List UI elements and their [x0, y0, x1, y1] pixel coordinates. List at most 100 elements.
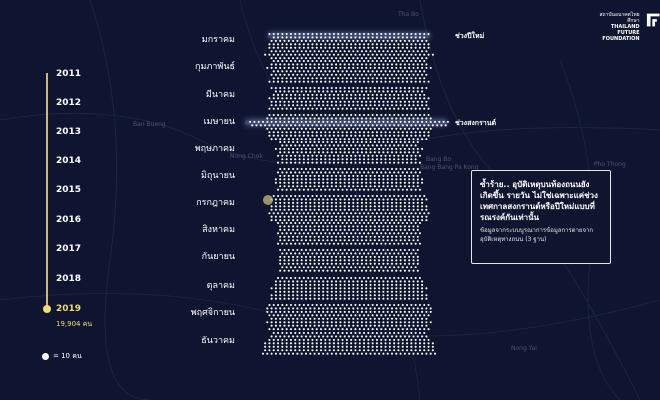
dot-mark: [345, 331, 348, 335]
dot-mark: [324, 70, 327, 73]
dot-mark: [304, 39, 308, 42]
dot-mark: [418, 43, 422, 46]
dot-mark: [326, 225, 329, 228]
hover-marker[interactable]: [263, 195, 273, 205]
dot-mark: [416, 39, 419, 42]
dot-mark: [412, 352, 415, 355]
dot-mark: [270, 117, 273, 120]
dot-mark: [373, 235, 376, 238]
dot-mark: [406, 171, 409, 174]
dot-mark: [341, 77, 344, 80]
dot-mark: [350, 32, 353, 36]
dot-mark: [369, 140, 372, 144]
dot-mark: [352, 100, 355, 103]
dot-mark: [386, 259, 389, 262]
dot-mark: [313, 287, 316, 290]
dot-mark: [332, 252, 336, 255]
dot-mark: [369, 324, 372, 327]
dot-mark: [311, 328, 314, 331]
dot-mark: [375, 36, 379, 39]
dot-mark: [307, 221, 310, 225]
dot-mark: [320, 77, 323, 80]
dot-mark: [347, 117, 351, 120]
dot-mark: [345, 70, 348, 73]
dot-mark: [266, 127, 269, 130]
dot-mark: [401, 93, 404, 96]
dot-mark: [418, 77, 422, 80]
dot-mark: [380, 188, 383, 191]
dot-mark: [296, 248, 299, 252]
dot-mark: [386, 255, 389, 258]
dot-mark: [270, 324, 273, 327]
dot-mark: [347, 178, 351, 181]
dot-mark: [322, 127, 325, 130]
dot-mark: [369, 73, 372, 76]
dot-mark: [320, 328, 323, 331]
dot-mark: [283, 138, 286, 141]
dot-mark: [287, 104, 290, 107]
dot-mark: [416, 228, 419, 231]
dot-mark: [373, 225, 376, 228]
dot-mark: [304, 235, 308, 238]
dot-mark: [412, 307, 415, 310]
dot-mark: [317, 185, 320, 188]
dot-mark: [412, 201, 415, 204]
dot-mark: [322, 335, 325, 338]
dot-mark: [350, 80, 353, 83]
dot-mark: [399, 248, 402, 252]
dot-mark: [326, 290, 329, 293]
dot-mark: [341, 328, 344, 331]
dot-mark: [320, 80, 323, 83]
dot-mark: [322, 283, 325, 286]
dot-mark: [358, 338, 361, 341]
dot-mark: [375, 158, 379, 161]
dot-mark: [347, 198, 351, 201]
dot-mark: [421, 127, 424, 130]
dot-mark: [386, 352, 389, 355]
dot-mark: [425, 104, 428, 107]
dot-mark: [360, 335, 363, 338]
dot-mark: [283, 181, 286, 184]
dot-mark: [386, 205, 389, 208]
dot-mark: [406, 43, 409, 46]
dot-mark: [341, 338, 344, 341]
dot-mark: [309, 147, 312, 150]
dot-mark: [403, 201, 406, 204]
dot-mark: [378, 120, 381, 123]
dot-mark: [324, 252, 327, 255]
dot-mark: [304, 287, 308, 290]
dot-mark: [309, 66, 312, 69]
dot-mark: [352, 50, 355, 53]
dot-mark: [416, 63, 419, 66]
dot-mark: [332, 134, 336, 137]
dot-mark: [345, 328, 348, 331]
dot-mark: [281, 144, 284, 147]
dot-mark: [313, 215, 316, 218]
dot-mark: [382, 294, 385, 297]
dot-mark: [358, 266, 361, 269]
dot-mark: [304, 66, 308, 69]
dot-mark: [281, 32, 284, 36]
dot-mark: [281, 188, 284, 191]
dot-mark: [309, 297, 312, 300]
dot-mark: [418, 171, 422, 174]
dot-mark: [274, 127, 277, 130]
dot-mark: [283, 259, 286, 262]
dot-mark: [296, 90, 299, 93]
dot-mark: [313, 178, 316, 181]
dot-mark: [313, 50, 316, 53]
dot-mark: [339, 205, 342, 208]
dot-mark: [311, 93, 314, 96]
dot-mark: [429, 321, 432, 324]
dot-mark: [335, 248, 338, 252]
dot-mark: [309, 138, 312, 141]
dot-mark: [360, 181, 363, 184]
dot-mark: [279, 181, 282, 184]
dot-mark: [410, 331, 413, 335]
dot-mark: [363, 113, 366, 117]
dot-mark: [332, 77, 336, 80]
dot-mark: [406, 194, 409, 198]
dot-mark: [363, 242, 366, 245]
dot-mark: [294, 232, 297, 235]
dot-mark: [354, 80, 357, 83]
